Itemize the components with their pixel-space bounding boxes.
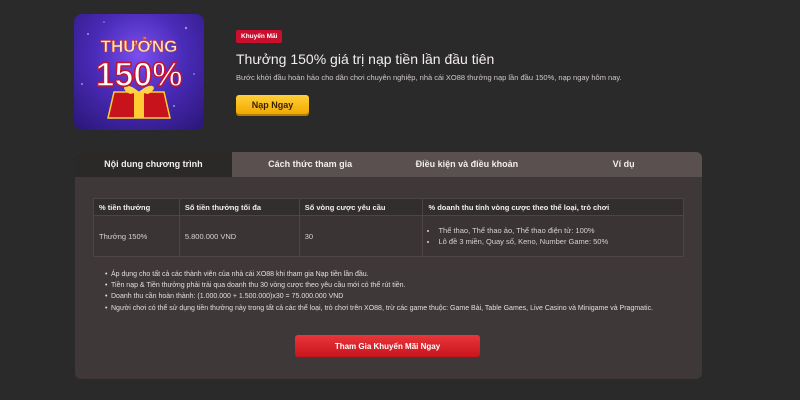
tab-program-content[interactable]: Nội dung chương trình bbox=[75, 152, 232, 177]
join-promotion-button[interactable]: Tham Gia Khuyến Mãi Ngay bbox=[295, 335, 480, 357]
promo-image-label-main: 150% bbox=[96, 56, 183, 94]
bonus-table: % tiền thưởng Số tiền thưởng tối đa Số v… bbox=[93, 198, 684, 257]
column-header: Số tiền thưởng tối đa bbox=[178, 198, 300, 216]
list-item: Lô đề 3 miền, Quay số, Keno, Number Game… bbox=[438, 237, 678, 246]
promo-category-badge: Khuyến Mãi bbox=[236, 30, 283, 43]
column-header: % doanh thu tính vòng cược theo thể loại… bbox=[422, 198, 684, 216]
promo-details-panel: Nội dung chương trình Cách thức tham gia… bbox=[75, 152, 702, 379]
tab-bar: Nội dung chương trình Cách thức tham gia… bbox=[75, 152, 702, 177]
list-item: Áp dụng cho tất cả các thành viên của nh… bbox=[105, 271, 653, 278]
max-bonus-cell: 5.800.000 VND bbox=[178, 215, 300, 257]
table-header-row: % tiền thưởng Số tiền thưởng tối đa Số v… bbox=[93, 198, 684, 216]
tab-examples[interactable]: Ví dụ bbox=[545, 152, 702, 177]
tab-terms-conditions[interactable]: Điều kiện và điều khoản bbox=[389, 152, 546, 177]
promo-description: Bước khởi đầu hoàn hảo cho dân chơi chuy… bbox=[236, 73, 622, 82]
column-header: Số vòng cược yêu cầu bbox=[298, 198, 424, 216]
list-item: Doanh thu cần hoàn thành: (1.000.000 + 1… bbox=[105, 293, 653, 300]
table-row: Thưởng 150% 5.800.000 VND 30 Thể thao, T… bbox=[93, 215, 684, 257]
deposit-now-button[interactable]: Nạp Ngay bbox=[236, 95, 309, 114]
promo-image-label-top: THƯỞNG bbox=[101, 37, 178, 56]
column-header: % tiền thưởng bbox=[93, 198, 180, 216]
list-item: Người chơi có thể sử dụng tiền thưởng nà… bbox=[105, 305, 653, 312]
rounds-cell: 30 bbox=[298, 215, 424, 257]
turnover-cell: Thể thao, Thể thao ảo, Thể thao điện tử:… bbox=[422, 215, 684, 257]
list-item: Thể thao, Thể thao ảo, Thể thao điện tử:… bbox=[438, 226, 678, 235]
promo-notes-list: Áp dụng cho tất cả các thành viên của nh… bbox=[105, 271, 653, 316]
promo-graphic: THƯỞNG 150% bbox=[81, 21, 195, 119]
turnover-list: Thể thao, Thể thao ảo, Thể thao điện tử:… bbox=[428, 226, 678, 246]
promo-image: THƯỞNG 150% bbox=[74, 14, 204, 130]
promo-title: Thưởng 150% giá trị nạp tiền lần đầu tiê… bbox=[236, 51, 495, 67]
list-item: Tiền nạp & Tiền thưởng phải trải qua doa… bbox=[105, 282, 653, 289]
bonus-percent-cell: Thưởng 150% bbox=[93, 215, 180, 257]
tab-how-to-join[interactable]: Cách thức tham gia bbox=[232, 152, 389, 177]
